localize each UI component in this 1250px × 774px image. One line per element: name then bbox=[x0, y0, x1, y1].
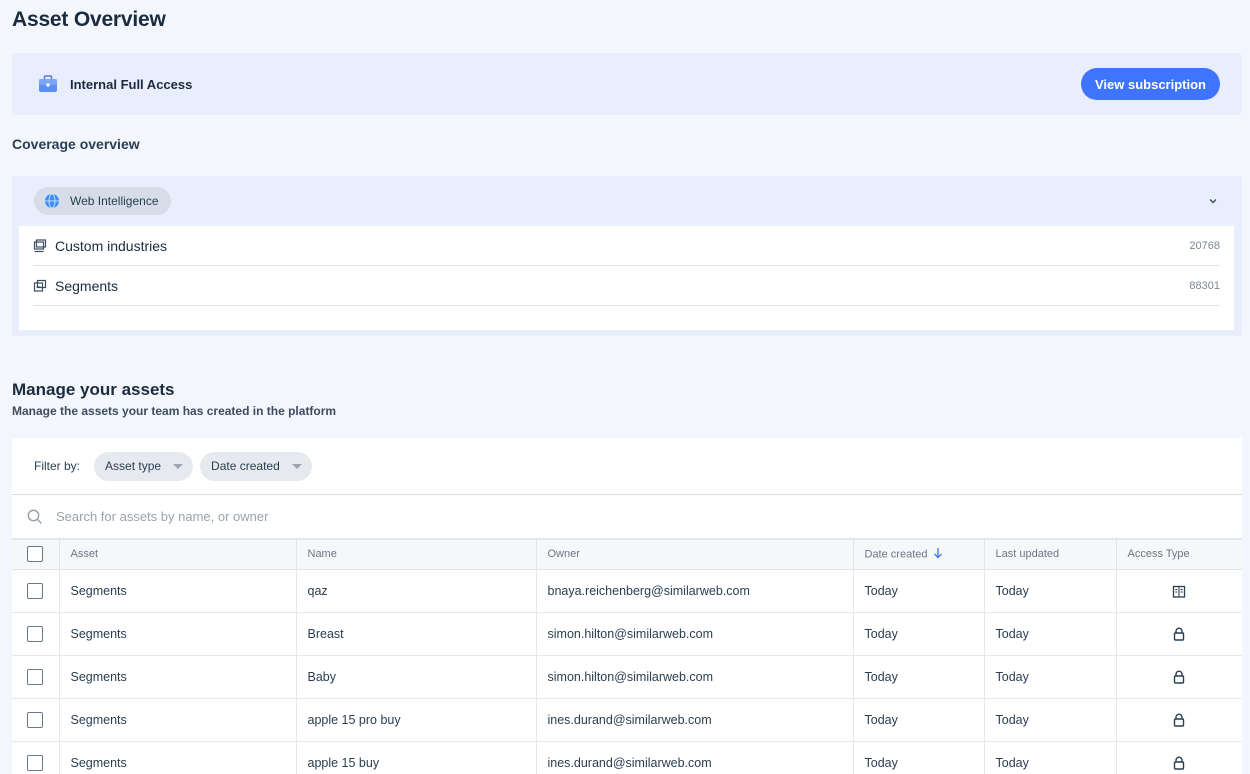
date-created-header-label: Date created bbox=[864, 548, 928, 561]
asset-type-filter-label: Asset type bbox=[105, 459, 162, 473]
cell-access-type bbox=[1116, 612, 1242, 656]
asset-type-filter[interactable]: Asset type bbox=[94, 451, 194, 481]
product-chip-label: Web Intelligence bbox=[70, 194, 159, 208]
coverage-count: 20768 bbox=[1189, 239, 1220, 252]
chevron-down-icon[interactable] bbox=[1206, 194, 1220, 208]
custom-industries-icon bbox=[33, 238, 47, 253]
cell-name: Breast bbox=[296, 612, 537, 656]
coverage-overview-title: Coverage overview bbox=[12, 136, 140, 152]
cell-asset: Segments bbox=[59, 655, 297, 699]
row-checkbox[interactable] bbox=[27, 668, 44, 685]
cell-last-updated: Today bbox=[984, 698, 1117, 742]
sort-down-icon[interactable] bbox=[933, 547, 943, 562]
cell-date-created: Today bbox=[853, 698, 985, 742]
cell-access-type bbox=[1116, 569, 1242, 613]
cell-last-updated: Today bbox=[984, 741, 1117, 774]
row-select-cell bbox=[12, 698, 60, 742]
search-icon bbox=[26, 508, 44, 526]
page-title: Asset Overview bbox=[12, 8, 166, 31]
cell-date-created: Today bbox=[853, 569, 985, 613]
date-created-filter-label: Date created bbox=[211, 459, 280, 473]
row-checkbox[interactable] bbox=[27, 582, 44, 599]
building-icon bbox=[1172, 585, 1186, 598]
cell-asset: Segments bbox=[59, 698, 297, 742]
lock-icon bbox=[1173, 670, 1185, 684]
column-header-name[interactable]: Name bbox=[296, 540, 537, 570]
cell-owner: simon.hilton@similarweb.com bbox=[536, 655, 854, 699]
subscription-banner: Internal Full Access View subscription bbox=[12, 53, 1242, 115]
row-select-cell bbox=[12, 569, 60, 613]
column-header-date-created[interactable]: Date created bbox=[853, 540, 985, 570]
view-subscription-button[interactable]: View subscription bbox=[1080, 68, 1220, 100]
caret-down-icon bbox=[291, 463, 302, 469]
row-select-cell bbox=[12, 612, 60, 656]
cell-owner: bnaya.reichenberg@similarweb.com bbox=[536, 569, 854, 613]
date-created-filter[interactable]: Date created bbox=[200, 451, 312, 481]
row-checkbox[interactable] bbox=[27, 625, 44, 642]
cell-last-updated: Today bbox=[984, 569, 1117, 613]
cell-date-created: Today bbox=[853, 612, 985, 656]
coverage-row-segments: Segments 88301 bbox=[33, 266, 1220, 306]
cell-owner: ines.durand@similarweb.com bbox=[536, 698, 854, 742]
cell-owner: ines.durand@similarweb.com bbox=[536, 741, 854, 774]
table-header-row: Asset Name Owner Date created Last updat… bbox=[12, 540, 1242, 570]
coverage-list: Custom industries 20768 Segments 88301 bbox=[19, 226, 1234, 330]
cell-access-type bbox=[1116, 655, 1242, 699]
coverage-count: 88301 bbox=[1189, 279, 1220, 292]
coverage-label: Custom industries bbox=[55, 237, 168, 254]
coverage-row-custom-industries: Custom industries 20768 bbox=[33, 226, 1220, 266]
row-select-cell bbox=[12, 655, 60, 699]
cell-asset: Segments bbox=[59, 741, 297, 774]
cell-access-type bbox=[1116, 698, 1242, 742]
table-row[interactable]: Segments apple 15 buy ines.durand@similarw… bbox=[12, 741, 1242, 774]
segments-icon bbox=[33, 279, 47, 293]
lock-icon bbox=[1173, 627, 1185, 641]
filter-bar: Filter by: Asset type Date created bbox=[12, 438, 1242, 494]
cell-asset: Segments bbox=[59, 612, 297, 656]
select-all-cell bbox=[12, 540, 60, 570]
cell-owner: simon.hilton@similarweb.com bbox=[536, 612, 854, 656]
cell-name: apple 15 pro buy bbox=[296, 698, 537, 742]
table-row[interactable]: Segments qaz bnaya.reichenberg@similarweb.… bbox=[12, 569, 1242, 613]
search-input[interactable] bbox=[56, 509, 1228, 524]
product-chip-web-intelligence: Web Intelligence bbox=[34, 187, 171, 215]
assets-card: Filter by: Asset type Date created Asset bbox=[12, 438, 1242, 774]
globe-icon bbox=[44, 193, 60, 209]
table-row[interactable]: Segments Baby simon.hilton@similarweb.com T… bbox=[12, 655, 1242, 699]
coverage-label: Segments bbox=[55, 277, 119, 294]
cell-last-updated: Today bbox=[984, 612, 1117, 656]
cell-name: Baby bbox=[296, 655, 537, 699]
plan-name: Internal Full Access bbox=[70, 76, 193, 92]
cell-name: apple 15 buy bbox=[296, 741, 537, 774]
column-header-last-updated[interactable]: Last updated bbox=[984, 540, 1117, 570]
lock-icon bbox=[1173, 713, 1185, 727]
briefcase-icon bbox=[38, 75, 58, 93]
row-checkbox[interactable] bbox=[27, 754, 44, 771]
select-all-checkbox[interactable] bbox=[27, 546, 44, 563]
assets-table: Asset Name Owner Date created Last updat… bbox=[12, 540, 1242, 774]
column-header-owner[interactable]: Owner bbox=[536, 540, 854, 570]
coverage-header[interactable]: Web Intelligence bbox=[12, 176, 1242, 226]
search-bar bbox=[12, 494, 1242, 540]
manage-assets-title: Manage your assets bbox=[12, 380, 175, 399]
row-checkbox[interactable] bbox=[27, 711, 44, 728]
cell-name: qaz bbox=[296, 569, 537, 613]
table-row[interactable]: Segments Breast simon.hilton@similarweb.co… bbox=[12, 612, 1242, 656]
cell-date-created: Today bbox=[853, 655, 985, 699]
cell-access-type bbox=[1116, 741, 1242, 774]
table-row[interactable]: Segments apple 15 pro buy ines.durand@simi… bbox=[12, 698, 1242, 742]
column-header-asset[interactable]: Asset bbox=[59, 540, 297, 570]
manage-assets-subtitle: Manage the assets your team has created … bbox=[12, 404, 337, 418]
coverage-panel: Web Intelligence Custom industries 20768 bbox=[12, 176, 1242, 336]
cell-last-updated: Today bbox=[984, 655, 1117, 699]
cell-asset: Segments bbox=[59, 569, 297, 613]
row-select-cell bbox=[12, 741, 60, 774]
column-header-access-type[interactable]: Access Type bbox=[1116, 540, 1242, 570]
filter-label: Filter by: bbox=[34, 459, 81, 473]
lock-icon bbox=[1173, 756, 1185, 770]
caret-down-icon bbox=[173, 463, 184, 469]
cell-date-created: Today bbox=[853, 741, 985, 774]
